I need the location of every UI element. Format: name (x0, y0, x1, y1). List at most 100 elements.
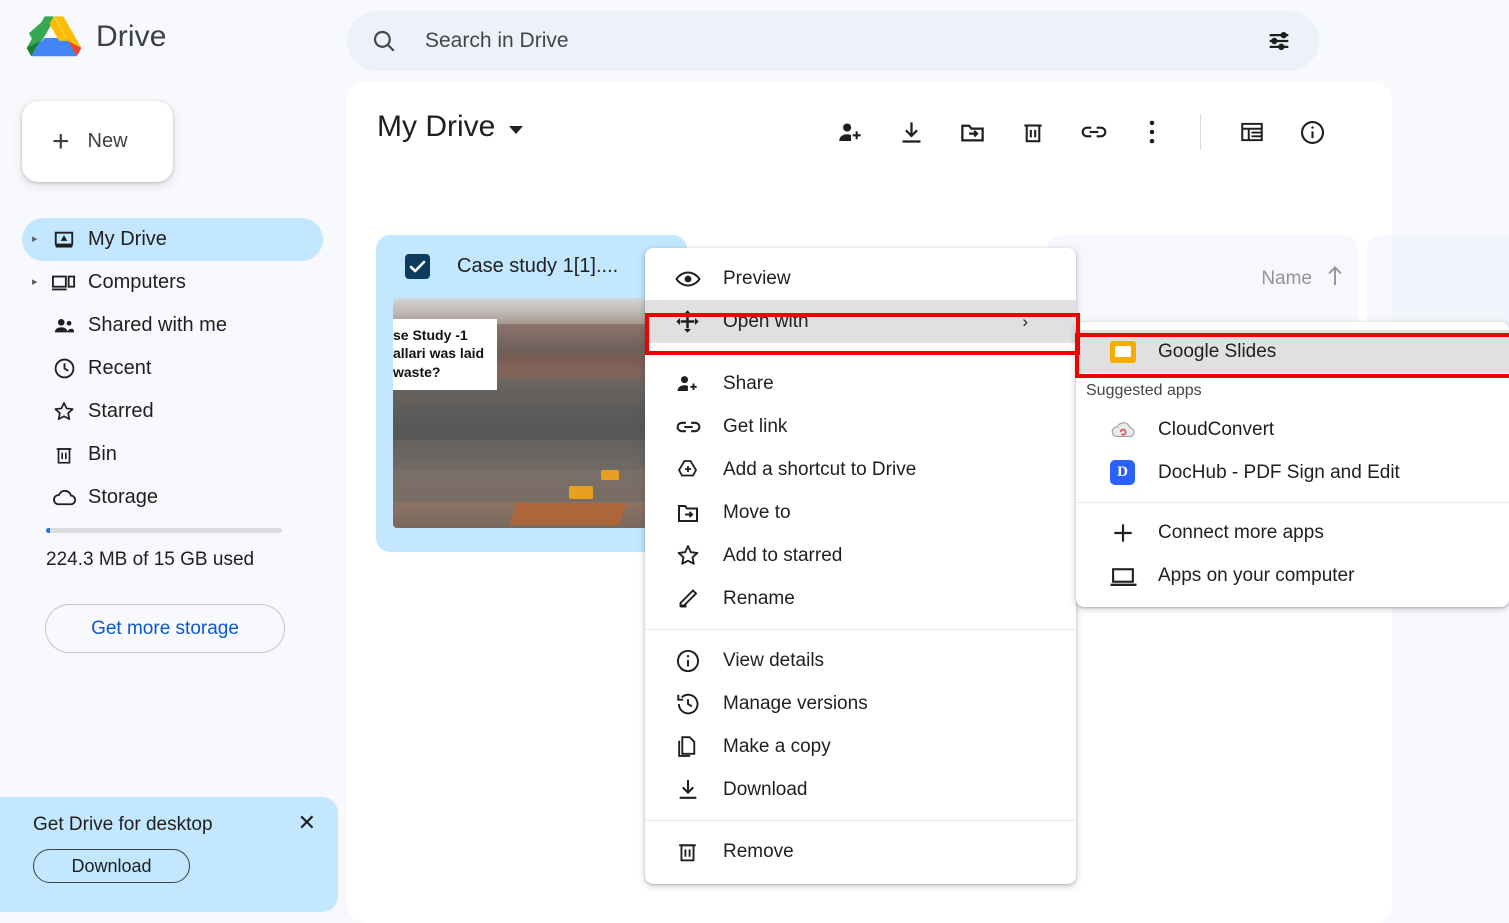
menu-item-label: Preview (723, 268, 791, 290)
menu-item-label: Remove (723, 841, 794, 863)
move-to-folder-icon[interactable] (959, 119, 986, 146)
menu-item-rename[interactable]: Rename (645, 577, 1076, 620)
menu-item-label: Get link (723, 416, 787, 438)
caption-line-3: waste? (393, 363, 484, 381)
sidebar-item-my-drive[interactable]: ▸ My Drive (22, 218, 323, 261)
page-title[interactable]: My Drive (377, 110, 523, 144)
google-slides-icon (1110, 341, 1140, 363)
menu-item-get-link[interactable]: Get link (645, 405, 1076, 448)
sidebar-item-shared-with-me[interactable]: ▸ Shared with me (22, 304, 323, 347)
file-context-menu: Preview Open with › Share Get link (645, 248, 1076, 884)
menu-item-move-to[interactable]: Move to (645, 491, 1076, 534)
menu-item-view-details[interactable]: View details (645, 639, 1076, 682)
submenu-item-google-slides[interactable]: Google Slides (1076, 330, 1509, 373)
person-add-icon (675, 372, 703, 396)
search-input[interactable] (425, 29, 1265, 53)
storage-progress-bar (46, 528, 282, 533)
sidebar: Drive + New ▸ My Drive ▸ Computers (0, 0, 345, 923)
brand[interactable]: Drive (26, 12, 167, 62)
cloudconvert-icon (1110, 420, 1140, 440)
menu-item-label: Make a copy (723, 736, 831, 758)
info-icon (675, 648, 703, 674)
get-more-storage-button[interactable]: Get more storage (45, 604, 285, 653)
menu-divider (645, 352, 1076, 353)
menu-item-remove[interactable]: Remove (645, 830, 1076, 873)
eye-icon (675, 269, 703, 289)
toolbar-divider (1200, 114, 1201, 150)
submenu-item-apps-on-your-computer[interactable]: Apps on your computer (1076, 554, 1509, 597)
drive-logo-icon (26, 12, 82, 62)
menu-item-add-shortcut[interactable]: Add a shortcut to Drive (645, 448, 1076, 491)
star-icon (675, 543, 703, 568)
sidebar-item-label: Bin (88, 443, 117, 466)
copy-icon (675, 734, 703, 759)
submenu-item-connect-more-apps[interactable]: Connect more apps (1076, 511, 1509, 554)
page-title-text: My Drive (377, 110, 495, 144)
sidebar-item-label: Computers (88, 271, 186, 294)
storage-usage-text: 224.3 MB of 15 GB used (46, 549, 254, 571)
close-icon[interactable]: ✕ (298, 812, 316, 834)
menu-item-add-to-starred[interactable]: Add to starred (645, 534, 1076, 577)
submenu-item-label: Connect more apps (1158, 522, 1324, 544)
menu-divider (645, 629, 1076, 630)
submenu-item-cloudconvert[interactable]: CloudConvert (1076, 408, 1509, 451)
search-bar[interactable] (347, 11, 1319, 71)
file-checkbox[interactable] (405, 254, 430, 279)
open-with-submenu: Google Slides Suggested apps CloudConver… (1076, 322, 1509, 607)
info-icon[interactable] (1299, 119, 1326, 146)
file-card[interactable]: Case study 1[1].... se Study -1 allari w… (376, 235, 687, 552)
new-button-label: New (88, 130, 128, 153)
download-icon[interactable] (898, 119, 925, 146)
file-thumbnail: se Study -1 allari was laid waste? (393, 298, 670, 528)
plus-icon (1110, 520, 1140, 546)
menu-item-label: Share (723, 373, 774, 395)
sidebar-item-label: My Drive (88, 228, 167, 251)
list-view-icon[interactable] (1239, 119, 1265, 145)
mining-truck (569, 486, 593, 499)
sidebar-item-starred[interactable]: ▸ Starred (22, 390, 323, 433)
sidebar-nav: ▸ My Drive ▸ Computers ▸ Shared with me (0, 218, 345, 519)
menu-item-open-with[interactable]: Open with › (645, 300, 1076, 343)
star-icon (46, 400, 82, 423)
sidebar-item-label: Storage (88, 486, 158, 509)
suggested-apps-heading: Suggested apps (1076, 373, 1509, 408)
share-icon[interactable] (837, 119, 864, 146)
link-icon[interactable] (1080, 118, 1108, 146)
cloud-icon (46, 488, 82, 508)
menu-item-label: Add to starred (723, 545, 842, 567)
file-name: Case study 1[1].... (457, 255, 618, 278)
thumbnail-caption: se Study -1 allari was laid waste? (393, 319, 497, 390)
sidebar-item-label: Starred (88, 400, 154, 423)
chevron-down-icon[interactable] (509, 126, 523, 134)
sidebar-item-storage[interactable]: ▸ Storage (22, 476, 323, 519)
my-drive-icon (46, 229, 82, 251)
computer-icon (46, 272, 82, 294)
menu-item-manage-versions[interactable]: Manage versions (645, 682, 1076, 725)
tune-icon[interactable] (1265, 27, 1293, 55)
promo-download-button[interactable]: Download (33, 849, 190, 883)
more-vert-icon[interactable] (1142, 118, 1162, 146)
new-button[interactable]: + New (22, 101, 173, 182)
clock-icon (46, 357, 82, 380)
sidebar-item-bin[interactable]: ▸ Bin (22, 433, 323, 476)
chevron-right-icon: › (1022, 312, 1028, 332)
expand-caret-icon[interactable]: ▸ (32, 277, 46, 288)
sidebar-item-recent[interactable]: ▸ Recent (22, 347, 323, 390)
trash-icon (675, 839, 703, 864)
trash-icon[interactable] (1020, 119, 1046, 145)
menu-item-share[interactable]: Share (645, 362, 1076, 405)
menu-item-preview[interactable]: Preview (645, 257, 1076, 300)
plus-icon: + (52, 127, 70, 157)
submenu-item-dochub[interactable]: D DocHub - PDF Sign and Edit (1076, 451, 1509, 494)
move-to-folder-icon (675, 502, 703, 524)
pencil-icon (675, 587, 703, 611)
menu-item-make-a-copy[interactable]: Make a copy (645, 725, 1076, 768)
sidebar-item-computers[interactable]: ▸ Computers (22, 261, 323, 304)
menu-divider (645, 820, 1076, 821)
link-icon (675, 417, 703, 437)
search-icon (371, 28, 397, 54)
trash-icon (46, 443, 82, 466)
menu-item-download[interactable]: Download (645, 768, 1076, 811)
expand-caret-icon[interactable]: ▸ (32, 234, 46, 245)
menu-item-label: View details (723, 650, 824, 672)
